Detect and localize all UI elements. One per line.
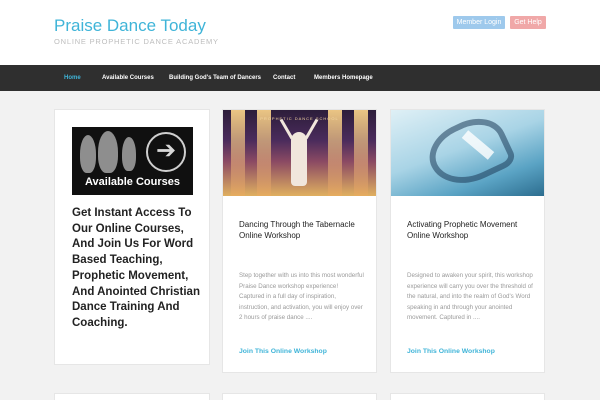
- course-title[interactable]: Dancing Through the Tabernacle Online Wo…: [239, 219, 369, 241]
- join-workshop-link[interactable]: Join This Online Workshop: [239, 348, 327, 355]
- main-nav: Home Available Courses Building God's Te…: [0, 65, 600, 91]
- promo-heading: Get Instant Access To Our Online Courses…: [72, 207, 200, 329]
- dancer-silhouette: [420, 110, 518, 196]
- card-partial: [54, 393, 210, 400]
- dancer-arm: [304, 118, 319, 140]
- course-card: Activating Prophetic Movement Online Wor…: [390, 109, 545, 373]
- stage-light: [257, 110, 271, 196]
- image-caption: PROPHETIC DANCE SCHOOL: [260, 116, 339, 121]
- site-title[interactable]: Praise Dance Today: [54, 16, 206, 36]
- card-partial: [390, 393, 545, 400]
- stage-light: [231, 110, 245, 196]
- nav-item-building-gods-team[interactable]: Building God's Team of Dancers: [169, 65, 261, 91]
- course-card: PROPHETIC DANCE SCHOOL Dancing Through t…: [222, 109, 377, 373]
- nav-item-contact[interactable]: Contact: [273, 65, 295, 91]
- dancer-figure: [291, 132, 307, 186]
- card-partial: [222, 393, 377, 400]
- arrow-right-circle-icon: ➔: [146, 132, 186, 172]
- dancer-figure: [80, 135, 96, 173]
- nav-item-home[interactable]: Home: [64, 65, 81, 91]
- dancer-figure: [122, 137, 136, 171]
- available-courses-banner[interactable]: ➔ Available Courses: [72, 127, 193, 195]
- course-image[interactable]: [391, 110, 544, 196]
- join-workshop-link[interactable]: Join This Online Workshop: [407, 348, 495, 355]
- course-description: Step together with us into this most won…: [239, 272, 364, 321]
- nav-item-available-courses[interactable]: Available Courses: [102, 65, 154, 91]
- member-login-button[interactable]: Member Login: [453, 16, 505, 29]
- course-description: Designed to awaken your spirit, this wor…: [407, 272, 533, 321]
- course-title[interactable]: Activating Prophetic Movement Online Wor…: [407, 219, 537, 241]
- promo-card: ➔ Available Courses Get Instant Access T…: [54, 109, 210, 365]
- stage-light: [354, 110, 368, 196]
- stage-light: [328, 110, 342, 196]
- site-tagline: ONLINE PROPHETIC DANCE ACADEMY: [54, 37, 219, 46]
- banner-text: Available Courses: [85, 176, 180, 188]
- course-image[interactable]: PROPHETIC DANCE SCHOOL: [223, 110, 376, 196]
- dancer-figure: [98, 131, 118, 173]
- site-header: Praise Dance Today ONLINE PROPHETIC DANC…: [0, 0, 600, 65]
- nav-item-members-homepage[interactable]: Members Homepage: [314, 65, 373, 91]
- get-help-button[interactable]: Get Help: [510, 16, 546, 29]
